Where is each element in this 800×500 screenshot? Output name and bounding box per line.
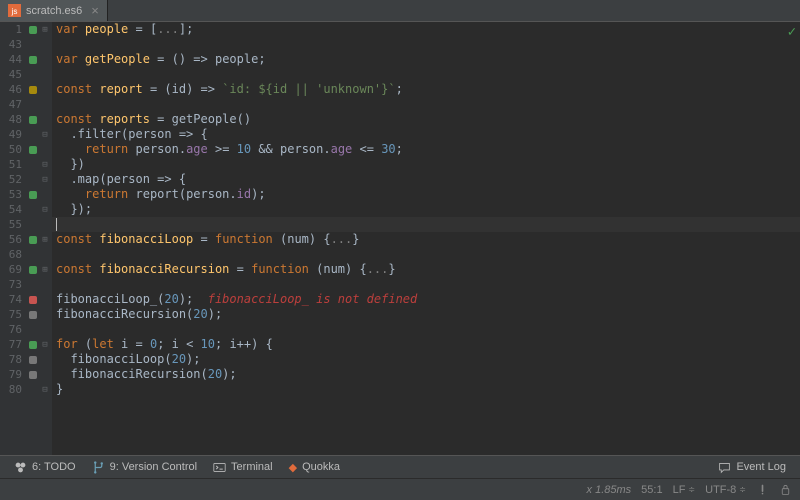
code-line: .filter(person => { [56,127,800,142]
code-line: var getPeople = () => people; [56,52,800,67]
status-line-sep[interactable]: LF≑ [673,484,696,496]
event-log-button[interactable]: Event Log [710,461,794,474]
gutter: 1434445464748495051525354555668697374757… [0,22,52,455]
code-line: const reports = getPeople() [56,112,800,127]
code-line: const fibonacciRecursion = function (num… [56,262,800,277]
code-line [56,247,800,262]
status-encoding[interactable]: UTF-8≑ [705,484,746,496]
editor-area[interactable]: 1434445464748495051525354555668697374757… [0,22,800,455]
code-line [56,67,800,82]
status-timing: x 1.85ms [587,484,632,496]
todo-tool-button[interactable]: 6: TODO [6,461,84,474]
inline-error: fibonacciLoop_ is not defined [208,292,418,306]
code-line: }) [56,157,800,172]
quokka-markers [28,22,38,455]
quokka-tool-button[interactable]: ◆ Quokka [281,461,348,474]
code-line: const report = (id) => `id: ${id || 'unk… [56,82,800,97]
code-line [56,97,800,112]
svg-text:js: js [11,7,18,16]
status-position[interactable]: 55:1 [641,484,662,496]
tab-bar: js scratch.es6 × [0,0,800,22]
status-bar: x 1.85ms 55:1 LF≑ UTF-8≑ [0,478,800,500]
tab-scratch-es6[interactable]: js scratch.es6 × [0,0,108,21]
status-inspection-icon[interactable] [756,483,769,496]
line-numbers: 1434445464748495051525354555668697374757… [0,22,28,455]
tool-window-bar: 6: TODO 9: Version Control Terminal ◆ Qu… [0,455,800,478]
current-line-highlight [52,217,800,232]
fold-column[interactable]: ⊞⊟⊟⊟⊟⊞⊞⊟⊟ [38,22,52,455]
todo-icon [14,461,27,474]
code-line: fibonacciRecursion(20); [56,367,800,382]
code-line: fibonacciLoop_(20); fibonacciLoop_ is no… [56,292,800,307]
code-area[interactable]: var people = [...]; var getPeople = () =… [52,22,800,455]
quokka-icon: ◆ [289,461,297,474]
tab-filename: scratch.es6 [26,5,82,17]
code-line: const fibonacciLoop = function (num) {..… [56,232,800,247]
code-line: fibonacciRecursion(20); [56,307,800,322]
code-line: for (let i = 0; i < 10; i++) { [56,337,800,352]
inspection-ok-icon[interactable]: ✓ [788,24,796,40]
branch-icon [92,461,105,474]
code-line: fibonacciLoop(20); [56,352,800,367]
code-line [56,277,800,292]
status-lock-icon[interactable] [779,483,792,496]
code-line [56,37,800,52]
text-cursor [56,218,57,231]
code-line: return report(person.id); [56,187,800,202]
speech-bubble-icon [718,461,731,474]
js-file-icon: js [8,4,21,17]
code-line: return person.age >= 10 && person.age <=… [56,142,800,157]
terminal-tool-button[interactable]: Terminal [205,461,281,474]
code-line: var people = [...]; [56,22,800,37]
close-tab-icon[interactable]: × [91,3,99,18]
code-line: } [56,382,800,397]
code-line: .map(person => { [56,172,800,187]
terminal-icon [213,461,226,474]
vcs-tool-button[interactable]: 9: Version Control [84,461,205,474]
code-line: }); [56,202,800,217]
code-line [56,322,800,337]
